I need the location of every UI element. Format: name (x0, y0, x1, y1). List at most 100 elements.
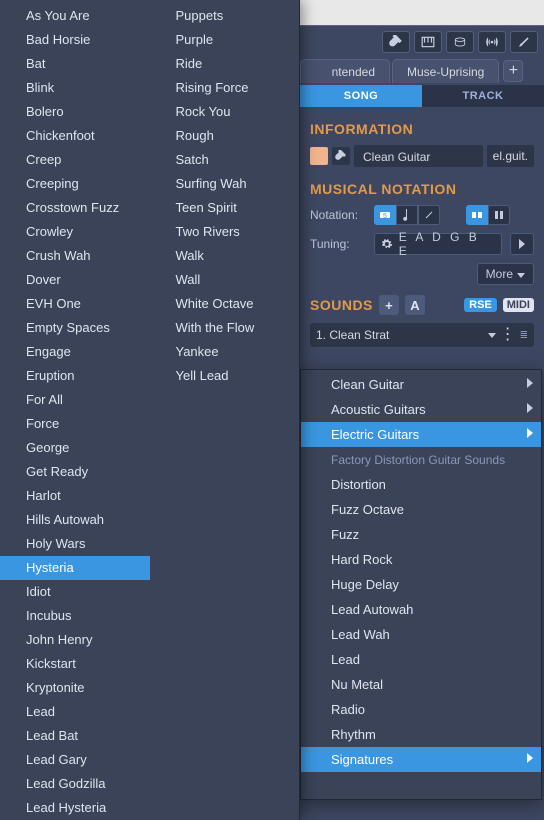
notation-mode-slash[interactable] (418, 205, 440, 225)
preset-menu: As You AreBad HorsieBatBlinkBoleroChicke… (0, 0, 300, 820)
preset-item[interactable]: Bad Horsie (0, 28, 150, 52)
notation-mode-tab[interactable]: 5 (374, 205, 396, 225)
doc-tab-left[interactable]: ntended (300, 59, 390, 83)
preset-item[interactable]: Empty Spaces (0, 316, 150, 340)
preset-item[interactable]: Walk (150, 244, 300, 268)
more-button[interactable]: More (477, 263, 534, 285)
preset-item[interactable]: George (0, 436, 150, 460)
category-item[interactable]: Clean Guitar (301, 372, 541, 397)
preset-item[interactable]: As You Are (0, 4, 150, 28)
preset-item[interactable]: Harlot (0, 484, 150, 508)
preset-item[interactable]: Engage (0, 340, 150, 364)
category-item[interactable]: Radio (301, 697, 541, 722)
preset-item[interactable]: Blink (0, 76, 150, 100)
preset-item[interactable]: Kryptonite (0, 676, 150, 700)
category-item[interactable]: Fuzz Octave (301, 497, 541, 522)
category-item[interactable]: Electric Guitars (301, 422, 541, 447)
preset-item[interactable]: Ride (150, 52, 300, 76)
preset-item[interactable]: Bat (0, 52, 150, 76)
tab-song[interactable]: SONG (300, 85, 422, 107)
preset-item[interactable]: With the Flow (150, 316, 300, 340)
preset-item[interactable]: John Henry (0, 628, 150, 652)
preset-item[interactable]: Lead Gary (0, 748, 150, 772)
preset-item[interactable]: Lead Bat (0, 724, 150, 748)
rse-toggle[interactable]: RSE (464, 298, 497, 312)
preset-item[interactable]: Puppets (150, 4, 300, 28)
preset-item[interactable]: Eruption (0, 364, 150, 388)
preset-item[interactable]: Crush Wah (0, 244, 150, 268)
preset-item[interactable]: Lead Hysteria (0, 796, 150, 820)
category-item[interactable] (301, 772, 541, 797)
notation-view-multitrack[interactable] (466, 205, 488, 225)
track-name-input[interactable]: Clean Guitar (354, 145, 483, 167)
drums-icon[interactable] (446, 31, 474, 53)
track-short-input[interactable]: el.guit. (487, 145, 534, 167)
preset-item[interactable]: Kickstart (0, 652, 150, 676)
track-color-swatch[interactable] (310, 147, 328, 165)
tab-track[interactable]: TRACK (422, 85, 544, 107)
guitar-icon[interactable] (382, 31, 410, 53)
piano-icon[interactable] (414, 31, 442, 53)
information-heading: INFORMATION (310, 121, 534, 137)
preset-item[interactable]: Rising Force (150, 76, 300, 100)
preset-item[interactable]: For All (0, 388, 150, 412)
preset-item[interactable]: Teen Spirit (150, 196, 300, 220)
preset-item[interactable]: Rough (150, 124, 300, 148)
tuning-selector[interactable]: E A D G B E (374, 233, 502, 255)
preset-item[interactable]: Lead (0, 700, 150, 724)
category-item[interactable]: Rhythm (301, 722, 541, 747)
category-item[interactable]: Distortion (301, 472, 541, 497)
preset-item[interactable]: Satch (150, 148, 300, 172)
category-item[interactable]: Nu Metal (301, 672, 541, 697)
preset-item[interactable]: Wall (150, 268, 300, 292)
preset-item[interactable]: Idiot (0, 580, 150, 604)
preset-item[interactable]: Crowley (0, 220, 150, 244)
category-item[interactable]: Acoustic Guitars (301, 397, 541, 422)
add-tab-button[interactable]: + (503, 60, 523, 82)
automation-button[interactable]: A (405, 295, 425, 315)
preset-item[interactable]: Yankee (150, 340, 300, 364)
document-tabs: ntended Muse-Uprising + (300, 57, 544, 85)
preset-item[interactable]: Force (0, 412, 150, 436)
preset-item[interactable]: Creeping (0, 172, 150, 196)
notation-mode-standard[interactable] (396, 205, 418, 225)
preset-item[interactable]: Two Rivers (150, 220, 300, 244)
preset-item[interactable]: Incubus (0, 604, 150, 628)
doc-tab-right[interactable]: Muse-Uprising (392, 59, 499, 83)
chevron-right-icon (527, 403, 533, 413)
preset-item[interactable]: Chickenfoot (0, 124, 150, 148)
midi-toggle[interactable]: MIDI (503, 298, 534, 312)
preset-item[interactable]: Hysteria (0, 556, 150, 580)
preset-item[interactable]: White Octave (150, 292, 300, 316)
category-item[interactable]: Lead Autowah (301, 597, 541, 622)
preset-item[interactable]: Bolero (0, 100, 150, 124)
add-sound-button[interactable]: + (379, 295, 399, 315)
category-item[interactable]: Hard Rock (301, 547, 541, 572)
category-item[interactable]: Lead Wah (301, 622, 541, 647)
category-item[interactable]: Fuzz (301, 522, 541, 547)
sound-category-menu: Clean GuitarAcoustic GuitarsElectric Gui… (300, 369, 542, 800)
sound-slot[interactable]: 1. Clean Strat ⋮ ≣ (310, 323, 534, 347)
preset-item[interactable]: Crosstown Fuzz (0, 196, 150, 220)
signal-icon[interactable] (478, 31, 506, 53)
preset-item[interactable]: Rock You (150, 100, 300, 124)
notation-view-single[interactable] (488, 205, 510, 225)
bass-icon[interactable] (510, 31, 538, 53)
drag-handle-icon[interactable]: ≣ (520, 330, 528, 341)
category-item[interactable]: Signatures (301, 747, 541, 772)
preset-item[interactable]: EVH One (0, 292, 150, 316)
chevron-right-icon (527, 753, 533, 763)
notation-mode-group: 5 (374, 205, 440, 225)
preset-item[interactable]: Purple (150, 28, 300, 52)
tuning-play-button[interactable] (510, 233, 534, 255)
preset-item[interactable]: Dover (0, 268, 150, 292)
preset-item[interactable]: Surfing Wah (150, 172, 300, 196)
preset-item[interactable]: Holy Wars (0, 532, 150, 556)
preset-item[interactable]: Lead Godzilla (0, 772, 150, 796)
preset-item[interactable]: Yell Lead (150, 364, 300, 388)
preset-item[interactable]: Get Ready (0, 460, 150, 484)
category-item[interactable]: Lead (301, 647, 541, 672)
preset-item[interactable]: Hills Autowah (0, 508, 150, 532)
category-item[interactable]: Huge Delay (301, 572, 541, 597)
preset-item[interactable]: Creep (0, 148, 150, 172)
